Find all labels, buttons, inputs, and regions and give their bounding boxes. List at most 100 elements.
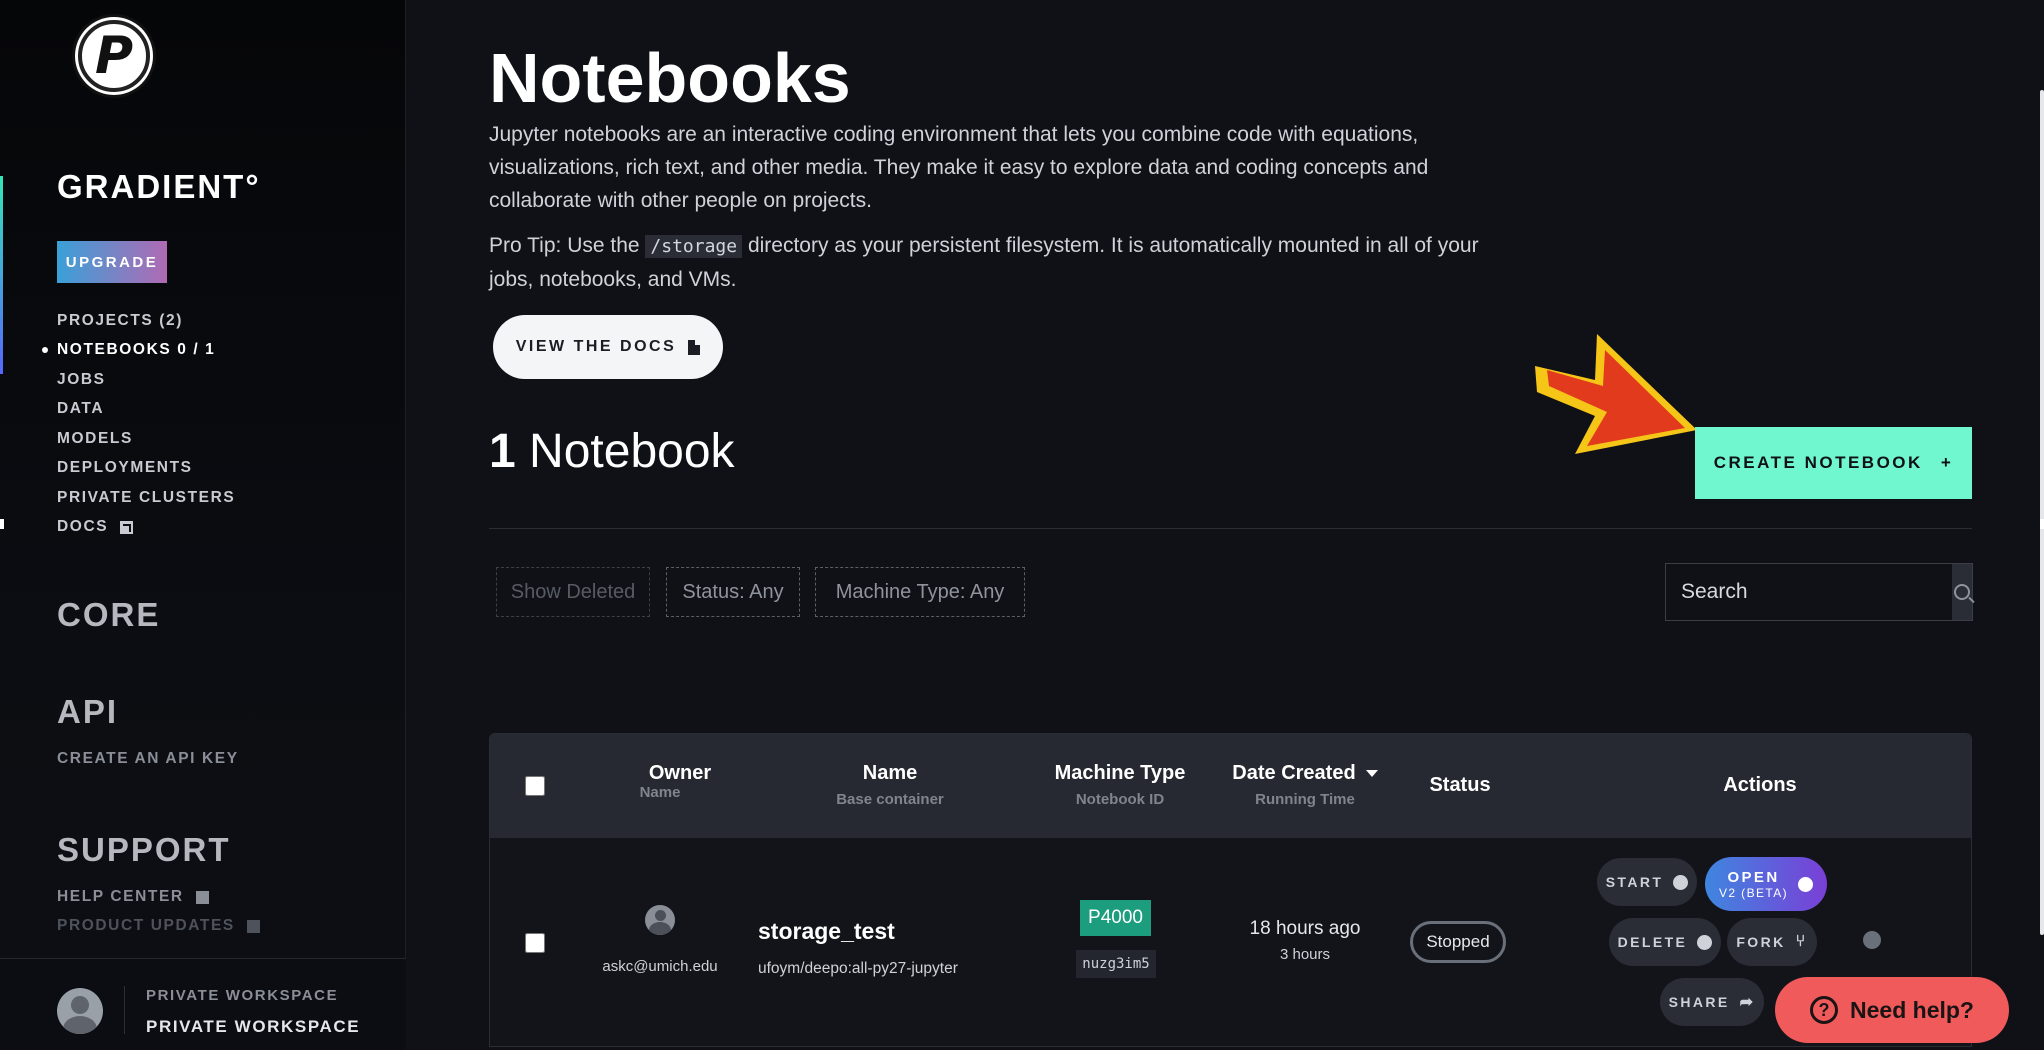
section-api[interactable]: API (57, 693, 118, 731)
col-title-text: Date Created (1232, 762, 1356, 784)
search-button[interactable] (1952, 564, 1972, 620)
open-v2-button[interactable]: OPEN V2 (BETA) (1705, 857, 1827, 911)
button-label: Need help? (1850, 996, 1974, 1023)
col-machine-type: Machine Type Notebook ID (1010, 762, 1230, 808)
external-link-icon (246, 919, 260, 933)
running-time: 3 hours (1279, 946, 1331, 963)
section-support: SUPPORT (57, 831, 231, 868)
col-subtitle: Base container (836, 791, 944, 808)
sidebar-nav: PROJECTS (2) NOTEBOOKS 0 / 1 JOBS DATA M… (42, 306, 235, 543)
sidebar: P GRADIENT° UPGRADE PROJECTS (2) NOTEBOO… (0, 0, 406, 1050)
section-core[interactable]: CORE (57, 596, 160, 634)
paperspace-logo[interactable]: P (78, 20, 150, 92)
owner-email: askc@umich.edu (602, 958, 718, 975)
sidebar-item-label: PROJECTS (2) (57, 311, 183, 329)
workspace-divider (124, 986, 125, 1034)
count-label: Notebook (529, 425, 735, 478)
share-arrow-icon: ➦ (1739, 994, 1756, 1011)
workspace-avatar[interactable] (57, 988, 103, 1034)
col-title: Name (862, 762, 918, 784)
close-circle-icon (1697, 934, 1713, 950)
view-docs-button[interactable]: VIEW THE DOCS (493, 315, 723, 379)
sidebar-item-label: DATA (57, 400, 105, 418)
show-deleted-filter[interactable]: Show Deleted (496, 567, 650, 617)
search-box (1665, 563, 1973, 621)
start-button[interactable]: START (1597, 858, 1697, 906)
select-all-checkbox[interactable] (525, 776, 545, 796)
annotation-arrow-icon (1535, 334, 1697, 454)
create-notebook-button[interactable]: CREATE NOTEBOOK + (1695, 427, 1972, 499)
storage-path-code: /storage (645, 235, 743, 258)
button-label: VIEW THE DOCS (515, 338, 677, 355)
help-center-link[interactable]: HELP CENTER (57, 888, 209, 906)
col-subtitle: Notebook ID (1075, 791, 1165, 808)
external-link-icon (195, 890, 209, 904)
create-api-key-link[interactable]: CREATE AN API KEY (57, 750, 239, 768)
col-date-created[interactable]: Date Created Running Time (1200, 762, 1410, 808)
sidebar-item-docs[interactable]: DOCS (57, 513, 235, 543)
sidebar-item-jobs[interactable]: JOBS (57, 365, 235, 395)
product-updates-link[interactable]: PRODUCT UPDATES (57, 917, 260, 935)
sidebar-item-data[interactable]: DATA (57, 395, 235, 425)
play-icon (1673, 874, 1689, 890)
fork-icon: ⑂ (1795, 933, 1808, 950)
sidebar-item-label: JOBS (57, 370, 106, 388)
need-help-button[interactable]: ? Need help? (1775, 977, 2009, 1043)
left-edge-marker (0, 519, 4, 529)
sidebar-item-label: MODELS (57, 429, 133, 447)
search-icon (1954, 584, 1970, 600)
button-label: START (1605, 874, 1664, 890)
sort-desc-icon (1365, 770, 1378, 778)
globe-icon[interactable] (1863, 931, 1881, 949)
base-container: ufoym/deepo:all-py27-jupyter (758, 960, 958, 977)
button-label: DELETE (1617, 934, 1688, 950)
machine-type-badge: P4000 (1080, 900, 1151, 936)
notebook-id: nuzg3im5 (1076, 950, 1156, 978)
share-button[interactable]: SHARE ➦ (1660, 978, 1764, 1026)
upgrade-button[interactable]: UPGRADE (57, 241, 167, 283)
link-label: HELP CENTER (57, 888, 184, 905)
sidebar-item-deployments[interactable]: DEPLOYMENTS (57, 454, 235, 484)
fork-button[interactable]: FORK ⑂ (1727, 918, 1817, 966)
sidebar-item-notebooks[interactable]: NOTEBOOKS 0 / 1 (42, 336, 235, 366)
sidebar-item-projects[interactable]: PROJECTS (2) (57, 306, 235, 336)
sidebar-accent-bar (0, 176, 3, 374)
owner-avatar (645, 905, 675, 935)
search-input[interactable] (1666, 564, 1952, 620)
sidebar-item-label: NOTEBOOKS 0 / 1 (57, 341, 216, 359)
date-created: 18 hours ago (1249, 918, 1361, 939)
status-badge: Stopped (1410, 921, 1506, 963)
workspace-name[interactable]: PRIVATE WORKSPACE (146, 1017, 360, 1037)
notebook-name-link[interactable]: storage_test (758, 918, 895, 945)
button-label: OPEN (1727, 868, 1780, 886)
col-status: Status (1400, 774, 1520, 797)
pro-tip: Pro Tip: Use the /storage directory as y… (489, 229, 1489, 296)
page-description: Jupyter notebooks are an interactive cod… (489, 123, 1429, 212)
table-header: Owner Name Name Base container Machine Ty… (490, 734, 1971, 838)
scrollbar-thumb[interactable] (2040, 90, 2044, 935)
workspace-label: PRIVATE WORKSPACE (146, 987, 339, 1004)
app-root: P GRADIENT° UPGRADE PROJECTS (2) NOTEBOO… (0, 0, 2044, 1050)
brand-title: GRADIENT° (57, 168, 261, 205)
logo-letter: P (94, 26, 134, 86)
status-filter[interactable]: Status: Any (666, 567, 800, 617)
page-title: Notebooks (489, 39, 851, 117)
question-circle-icon: ? (1810, 996, 1839, 1024)
sidebar-item-label: DEPLOYMENTS (57, 459, 193, 477)
plus-icon: + (1940, 453, 1954, 472)
col-title: Machine Type (1054, 762, 1186, 784)
button-sublabel: V2 (BETA) (1718, 885, 1789, 900)
col-actions: Actions (1670, 774, 1850, 797)
main-content: Notebooks Jupyter notebooks are an inter… (407, 0, 2044, 1050)
machine-type-filter[interactable]: Machine Type: Any (815, 567, 1025, 617)
col-title: Status (1429, 774, 1491, 796)
row-checkbox[interactable] (525, 933, 545, 953)
button-label: SHARE (1668, 994, 1730, 1010)
active-dot-icon (42, 347, 48, 354)
link-label: PRODUCT UPDATES (57, 917, 235, 934)
sidebar-item-private-clusters[interactable]: PRIVATE CLUSTERS (57, 483, 235, 513)
open-labels: OPEN V2 (BETA) (1719, 869, 1788, 900)
notebook-count: 1 Notebook (489, 424, 735, 479)
sidebar-item-models[interactable]: MODELS (57, 424, 235, 454)
delete-button[interactable]: DELETE (1609, 918, 1721, 966)
